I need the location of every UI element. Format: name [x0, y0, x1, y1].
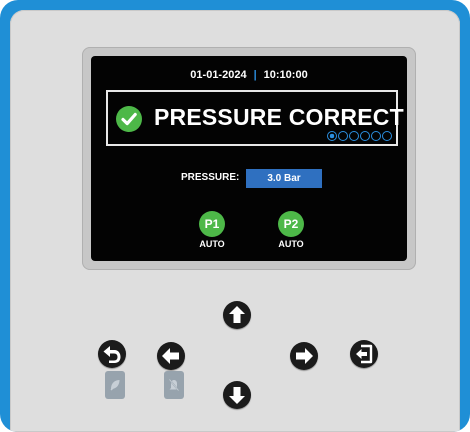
- pump-p2-badge: P2: [278, 211, 304, 237]
- control-panel: 01-01-2024 | 10:10:00 PRESSURE CORRECT P…: [10, 10, 460, 432]
- pump-p2: P2 AUTO: [271, 211, 311, 249]
- left-key[interactable]: [157, 342, 185, 370]
- page-dot: [349, 131, 359, 141]
- pressure-value: 3.0 Bar: [246, 169, 322, 188]
- device-frame: 01-01-2024 | 10:10:00 PRESSURE CORRECT P…: [0, 0, 470, 432]
- pump-p2-mode: AUTO: [278, 239, 304, 249]
- status-text: PRESSURE CORRECT: [154, 104, 404, 130]
- power-leaf-icon: [110, 380, 120, 391]
- check-circle-icon: [116, 106, 142, 132]
- date-text: 01-01-2024: [190, 69, 247, 81]
- exit-icon: [356, 344, 373, 364]
- display-screen: 01-01-2024 | 10:10:00 PRESSURE CORRECT P…: [91, 56, 407, 261]
- page-dot: [382, 131, 392, 141]
- status-led-right: [164, 371, 184, 399]
- down-key[interactable]: [223, 381, 251, 409]
- display-bezel: 01-01-2024 | 10:10:00 PRESSURE CORRECT P…: [82, 47, 416, 270]
- back-key[interactable]: [98, 340, 126, 368]
- pressure-label: PRESSURE:: [181, 172, 240, 183]
- page-dot: [360, 131, 370, 141]
- arrow-right-icon: [296, 348, 313, 364]
- status-led-left: [105, 371, 125, 399]
- page-dot: [338, 131, 348, 141]
- date-time-bar: 01-01-2024 | 10:10:00: [91, 69, 407, 81]
- arrow-up-icon: [229, 306, 245, 323]
- page-dot: [371, 131, 381, 141]
- back-icon: [103, 346, 121, 363]
- pump-p1: P1 AUTO: [192, 211, 232, 249]
- status-panel: PRESSURE CORRECT: [106, 90, 404, 146]
- pump-p1-badge: P1: [199, 211, 225, 237]
- time-text: 10:10:00: [263, 69, 308, 81]
- page-dot-active: [327, 131, 337, 141]
- page-indicator: [327, 131, 392, 141]
- right-key[interactable]: [290, 342, 318, 370]
- pressure-row: PRESSURE: 3.0 Bar: [91, 169, 407, 188]
- enter-key[interactable]: [350, 340, 378, 368]
- muted-alarm-icon: [168, 378, 180, 392]
- pump-p1-mode: AUTO: [199, 239, 225, 249]
- arrow-left-icon: [162, 348, 179, 364]
- up-key[interactable]: [223, 301, 251, 329]
- date-time-separator: |: [253, 69, 257, 81]
- arrow-down-icon: [229, 387, 245, 404]
